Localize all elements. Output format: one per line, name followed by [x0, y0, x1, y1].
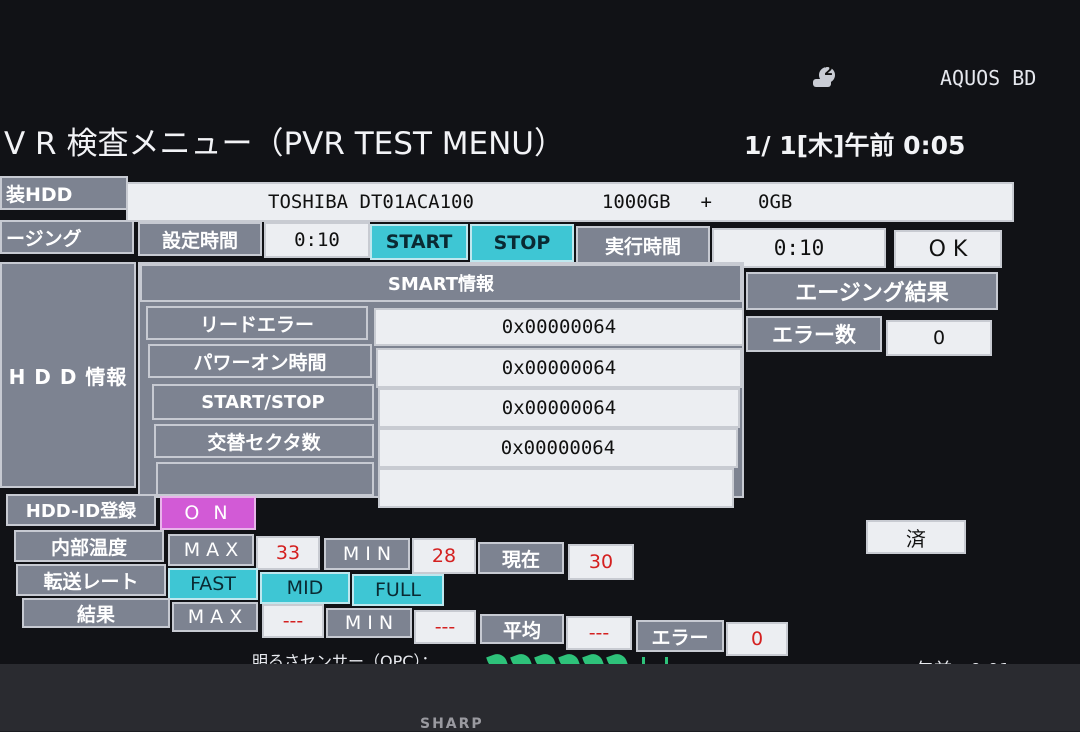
hdd-id-toggle[interactable]: O N [160, 496, 256, 530]
hdd-capacity: 1000GB [601, 191, 671, 213]
temp-min-label: M I N [324, 538, 410, 570]
tv-bezel [0, 664, 1080, 731]
aging-result-header: エージング結果 [746, 272, 998, 310]
done-indicator: 済 [866, 520, 966, 554]
result-label: 結果 [22, 598, 170, 628]
channel-badge-number: 2 [824, 64, 834, 79]
start-stop-label: START/STOP [152, 384, 374, 420]
aging-start-button[interactable]: START [370, 224, 468, 260]
result-max-value: --- [262, 604, 324, 638]
aging-label: ージング [0, 220, 134, 254]
temp-now-value: 30 [568, 544, 634, 580]
temp-max-value: 33 [256, 536, 320, 570]
power-on-time-value: 0x00000064 [376, 348, 742, 388]
error-count-label: エラー数 [746, 316, 882, 352]
datetime-display: 1/ 1[木]午前 0:05 [744, 131, 966, 160]
error-count-value: 0 [886, 320, 992, 356]
temp-min-value: 28 [412, 538, 476, 574]
transfer-rate-label: 転送レート [16, 564, 166, 596]
read-error-label: リードエラー [146, 306, 368, 340]
empty-row-label [156, 462, 374, 496]
result-avg-value: --- [566, 616, 632, 650]
set-time-value[interactable]: 0:10 [264, 222, 370, 258]
hdd-model-field: TOSHIBA DT01ACA100 1000GB + 0GB [126, 182, 1014, 222]
hdd-extra-capacity: 0GB [758, 191, 793, 213]
page-title: V R 検査メニュー（PVR TEST MENU） [4, 126, 565, 162]
hdd-plus: + [700, 191, 712, 213]
result-min-label: M I N [326, 608, 412, 638]
result-error-label: エラー [636, 620, 724, 652]
result-min-value: --- [414, 610, 476, 644]
run-time-label: 実行時間 [576, 226, 710, 264]
set-time-label: 設定時間 [138, 222, 262, 256]
internal-temp-label: 内部温度 [14, 530, 164, 562]
temp-max-label: M A X [168, 534, 254, 566]
ok-button[interactable]: O K [894, 230, 1002, 268]
hdd-id-label: HDD-ID登録 [6, 494, 156, 526]
hdd-label: 装HDD [0, 176, 128, 210]
result-error-value: 0 [726, 622, 788, 656]
brand-label: AQUOS BD [940, 66, 1037, 90]
reallocated-sectors-label: 交替セクタ数 [154, 424, 374, 458]
transfer-full-button[interactable]: FULL [352, 574, 444, 606]
hdd-info-label: H D D 情報 [0, 262, 136, 488]
transfer-mid-button[interactable]: MID [260, 572, 350, 604]
start-stop-value: 0x00000064 [378, 388, 740, 428]
bezel-logo: SHARP [420, 716, 484, 732]
power-on-time-label: パワーオン時間 [148, 344, 372, 378]
empty-row-value [378, 468, 734, 508]
read-error-value: 0x00000064 [374, 308, 744, 346]
aging-stop-button[interactable]: STOP [470, 224, 574, 262]
transfer-fast-button[interactable]: FAST [168, 568, 258, 600]
result-avg-label: 平均 [480, 614, 564, 644]
result-max-label: M A X [172, 602, 258, 632]
reallocated-sectors-value: 0x00000064 [378, 428, 738, 468]
smart-info-header: SMART情報 [140, 264, 742, 302]
temp-now-label: 現在 [478, 542, 564, 574]
hdd-model: TOSHIBA DT01ACA100 [268, 191, 474, 213]
